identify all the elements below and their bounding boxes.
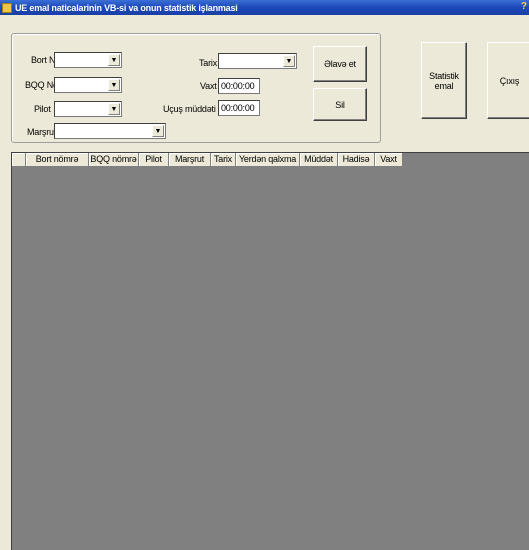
- window-title: UE emal naticalarinin VB-si va onun stat…: [15, 2, 238, 13]
- pilot-combo[interactable]: ▼: [54, 101, 122, 117]
- bort-no-combo[interactable]: ▼: [54, 52, 122, 68]
- row-selector-column: [12, 167, 26, 550]
- column-header[interactable]: BQQ nömrə: [89, 153, 139, 167]
- grid-header: Bort nömrə BQQ nömrə Pilot Marşrut Tarix…: [12, 153, 403, 167]
- column-header[interactable]: Vaxt: [375, 153, 403, 167]
- vaxt-label: Vaxt: [200, 81, 217, 91]
- column-header[interactable]: Pilot: [139, 153, 169, 167]
- vaxt-field[interactable]: 00:00:00: [218, 78, 260, 94]
- chevron-down-icon[interactable]: ▼: [108, 54, 120, 66]
- records-grid[interactable]: Bort nömrə BQQ nömrə Pilot Marşrut Tarix…: [11, 152, 529, 550]
- delete-button[interactable]: Sil: [313, 88, 367, 121]
- column-header[interactable]: Müddət: [300, 153, 338, 167]
- chevron-down-icon[interactable]: ▼: [152, 125, 164, 137]
- column-header[interactable]: Marşrut: [169, 153, 211, 167]
- add-button[interactable]: Əlavə et: [313, 46, 367, 82]
- exit-button[interactable]: Çıxış: [487, 42, 529, 119]
- column-header[interactable]: Yerdən qalxma: [236, 153, 300, 167]
- bqq-no-label: BQQ No: [25, 80, 58, 90]
- tarix-label: Tarix: [199, 58, 218, 68]
- bqq-no-combo[interactable]: ▼: [54, 77, 122, 93]
- statistics-label-line1: Statistik: [429, 70, 459, 81]
- main-window: UE emal naticalarinin VB-si va onun stat…: [0, 0, 529, 550]
- statistics-label-line2: emal: [434, 80, 454, 91]
- pilot-label: Pilot: [34, 104, 51, 114]
- chevron-down-icon[interactable]: ▼: [283, 55, 295, 67]
- grid-corner-cell[interactable]: [12, 153, 26, 167]
- column-header[interactable]: Bort nömrə: [26, 153, 89, 167]
- app-icon: [2, 2, 12, 13]
- ucus-muddeti-field[interactable]: 00:00:00: [218, 100, 260, 116]
- column-header[interactable]: Hadisə: [338, 153, 375, 167]
- help-icon[interactable]: ?: [521, 1, 527, 12]
- tarix-datepicker[interactable]: ▼: [218, 53, 297, 69]
- statistics-button[interactable]: Statistik emal: [421, 42, 467, 119]
- column-header[interactable]: Tarix: [211, 153, 236, 167]
- chevron-down-icon[interactable]: ▼: [108, 79, 120, 91]
- marsrut-combo[interactable]: ▼: [54, 123, 166, 139]
- marsrut-label: Marşrut: [27, 127, 57, 137]
- title-bar[interactable]: UE emal naticalarinin VB-si va onun stat…: [0, 0, 529, 15]
- ucus-muddeti-label: Uçuş müddəti: [163, 104, 216, 114]
- chevron-down-icon[interactable]: ▼: [108, 103, 120, 115]
